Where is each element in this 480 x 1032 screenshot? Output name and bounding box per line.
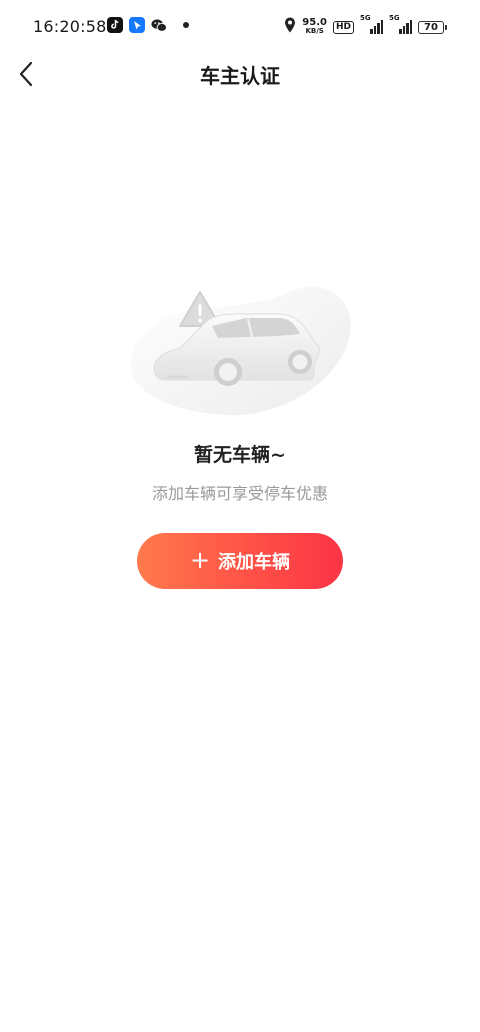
tiktok-icon [107,17,123,33]
signal-sim1-icon: 5G [360,14,383,34]
battery-icon: 70 [418,20,447,34]
status-bar: 16:20:58 95.0 KB/S HD 5G 5G 70 [0,0,480,56]
empty-state-subtitle: 添加车辆可享受停车优惠 [151,484,328,503]
plus-icon: + [189,546,211,574]
empty-state-title: 暂无车辆~ [194,444,286,466]
more-notifications-dot-icon [183,22,189,28]
network-speed: 95.0 KB/S [302,17,327,36]
wechat-icon [151,17,167,33]
add-vehicle-label: 添加车辆 [218,552,291,573]
sim1-network-type: 5G [360,14,371,22]
network-speed-unit: KB/S [305,27,324,35]
network-speed-value: 95.0 [302,17,327,28]
nav-bar: 车主认证 [0,50,480,98]
app-notification-icon [129,17,145,33]
location-icon [284,17,296,37]
status-indicators: 95.0 KB/S HD 5G 5G 70 [284,14,447,37]
car-warning-illustration [128,282,352,418]
notification-icons [107,17,189,33]
status-time: 16:20:58 [33,17,107,36]
sim2-network-type: 5G [389,14,400,22]
signal-sim2-icon: 5G [389,14,412,34]
page-title: 车主认证 [200,64,280,88]
hd-voice-badge: HD [332,20,354,34]
battery-level: 70 [418,20,444,34]
add-vehicle-button[interactable]: + 添加车辆 [137,533,343,589]
